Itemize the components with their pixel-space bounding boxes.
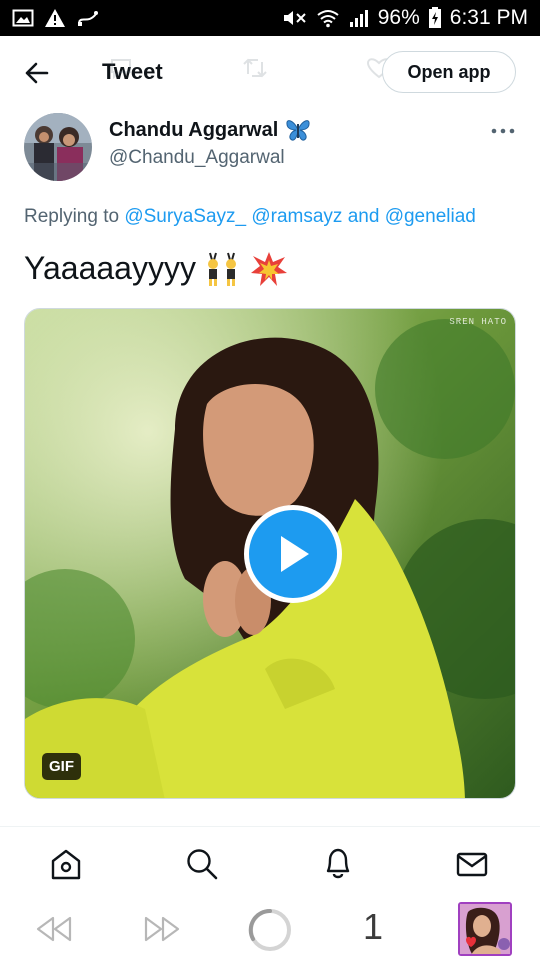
browser-reload-button[interactable]	[247, 907, 293, 953]
gif-badge: GIF	[42, 753, 81, 780]
avatar[interactable]	[24, 113, 92, 181]
profile-thumbnail[interactable]	[458, 902, 512, 956]
ghost-reply-icon	[111, 59, 131, 80]
tweet-body: Yaaaaayyyy	[24, 250, 196, 286]
mention-link[interactable]: @SuryaSayz_	[124, 206, 246, 227]
signal-icon	[348, 8, 370, 28]
mention-link[interactable]: @ramsayz	[251, 206, 342, 227]
search-icon	[187, 849, 218, 880]
back-arrow-icon	[25, 62, 49, 84]
tweet-header: Tweet Open app	[0, 36, 540, 110]
open-app-button[interactable]: Open app	[382, 51, 516, 93]
home-icon	[51, 849, 81, 880]
tab-notifications[interactable]	[318, 844, 358, 884]
browser-toolbar: 1	[0, 898, 540, 960]
collision-emoji-icon	[250, 251, 287, 286]
mute-icon	[280, 8, 308, 28]
gif-media[interactable]: SREN HATO GIF	[24, 308, 516, 799]
loading-spinner-icon	[248, 908, 291, 951]
warning-icon	[44, 8, 66, 28]
status-time: 6:31 PM	[449, 6, 528, 29]
media-watermark: SREN HATO	[449, 317, 507, 327]
tab-home[interactable]	[46, 844, 86, 884]
tab-search[interactable]	[182, 844, 222, 884]
back-button[interactable]	[22, 60, 52, 86]
browser-forward-button[interactable]	[142, 914, 182, 944]
browser-back-button[interactable]	[34, 914, 74, 944]
ghost-retweet-icon	[243, 58, 267, 78]
tab-messages[interactable]	[452, 844, 492, 884]
messages-icon	[456, 852, 488, 877]
status-bar: 96% 6:31 PM	[0, 0, 540, 36]
status-left	[12, 8, 100, 28]
battery-percent: 96%	[377, 6, 420, 29]
tabbar-divider	[0, 826, 540, 827]
play-icon	[281, 536, 309, 572]
wifi-icon	[316, 8, 340, 28]
mention-link[interactable]: @geneliad	[385, 206, 476, 227]
tab-count[interactable]: 1	[363, 906, 383, 948]
butterfly-icon	[286, 120, 310, 141]
profile-thumbnail-image	[460, 904, 510, 954]
author-name[interactable]: Chandu Aggarwal	[109, 118, 312, 142]
battery-charging-icon	[428, 7, 442, 29]
more-options-button[interactable]	[488, 120, 518, 142]
bottom-tab-bar	[0, 830, 540, 898]
play-button[interactable]	[244, 505, 342, 603]
image-icon	[12, 9, 34, 27]
people-with-bunny-ears-emoji-icon	[207, 252, 236, 286]
mention-joiner: and	[347, 206, 380, 227]
fast-forward-icon	[144, 916, 180, 942]
more-dots-icon	[491, 128, 515, 134]
replying-to-line: Replying to @SuryaSayz_ @ramsayz and @ge…	[24, 206, 476, 228]
notifications-icon	[326, 848, 350, 879]
author-handle: @Chandu_Aggarwal	[109, 147, 285, 168]
status-right: 96% 6:31 PM	[280, 6, 528, 30]
usb-icon	[76, 8, 100, 28]
tweet-text: Yaaaaayyyy	[24, 250, 288, 287]
rewind-icon	[36, 916, 72, 942]
replying-to-label: Replying to	[24, 206, 120, 227]
author-name-text: Chandu Aggarwal	[109, 118, 279, 141]
